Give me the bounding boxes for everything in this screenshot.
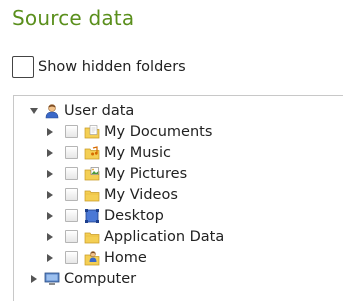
tree-node-my-documents[interactable]: My Documents [44, 121, 212, 142]
tree-node-label: Desktop [104, 207, 164, 224]
tree-node-user-data[interactable]: User data [28, 100, 134, 121]
tree-node-my-pictures[interactable]: My Pictures [44, 163, 187, 184]
documents-folder-icon [84, 124, 100, 140]
computer-icon [44, 271, 60, 287]
expand-arrow-icon[interactable] [44, 189, 56, 201]
expand-arrow-icon[interactable] [44, 231, 56, 243]
desktop-icon [84, 208, 100, 224]
tree-node-desktop[interactable]: Desktop [44, 205, 164, 226]
folder-icon [84, 187, 100, 203]
show-hidden-folders-label[interactable]: Show hidden folders [38, 59, 186, 75]
user-icon [44, 103, 60, 119]
tree-node-label: My Pictures [104, 165, 188, 182]
tree-node-label: My Videos [104, 186, 178, 203]
expand-arrow-icon[interactable] [44, 210, 56, 222]
collapse-arrow-icon[interactable] [28, 105, 40, 117]
tree-node-label: Computer [64, 270, 137, 287]
tree-node-label: My Music [104, 144, 171, 161]
page-title: Source data [12, 6, 135, 30]
tree-checkbox[interactable] [65, 230, 78, 243]
expand-arrow-icon[interactable] [44, 252, 56, 264]
tree-node-label: My Documents [104, 123, 213, 140]
tree-checkbox[interactable] [65, 251, 78, 264]
tree-node-home[interactable]: Home [44, 247, 147, 268]
tree-node-label: Home [104, 249, 147, 266]
folder-tree[interactable]: User data My Documents My Music My Pictu… [13, 95, 343, 301]
tree-checkbox[interactable] [65, 125, 78, 138]
tree-checkbox[interactable] [65, 188, 78, 201]
expand-arrow-icon[interactable] [44, 168, 56, 180]
show-hidden-folders-checkbox[interactable] [12, 56, 34, 78]
music-folder-icon [84, 145, 100, 161]
tree-node-my-videos[interactable]: My Videos [44, 184, 178, 205]
home-folder-icon [84, 250, 100, 266]
expand-arrow-icon[interactable] [44, 126, 56, 138]
tree-node-application-data[interactable]: Application Data [44, 226, 224, 247]
show-hidden-folders-option[interactable]: Show hidden folders [12, 56, 186, 78]
tree-checkbox[interactable] [65, 167, 78, 180]
expand-arrow-icon[interactable] [44, 147, 56, 159]
tree-node-my-music[interactable]: My Music [44, 142, 171, 163]
folder-icon [84, 229, 100, 245]
tree-checkbox[interactable] [65, 146, 78, 159]
pictures-folder-icon [84, 166, 100, 182]
tree-node-label: User data [64, 102, 135, 119]
tree-node-label: Application Data [104, 228, 225, 245]
expand-arrow-icon[interactable] [28, 273, 40, 285]
tree-checkbox[interactable] [65, 209, 78, 222]
tree-node-computer[interactable]: Computer [28, 268, 136, 289]
